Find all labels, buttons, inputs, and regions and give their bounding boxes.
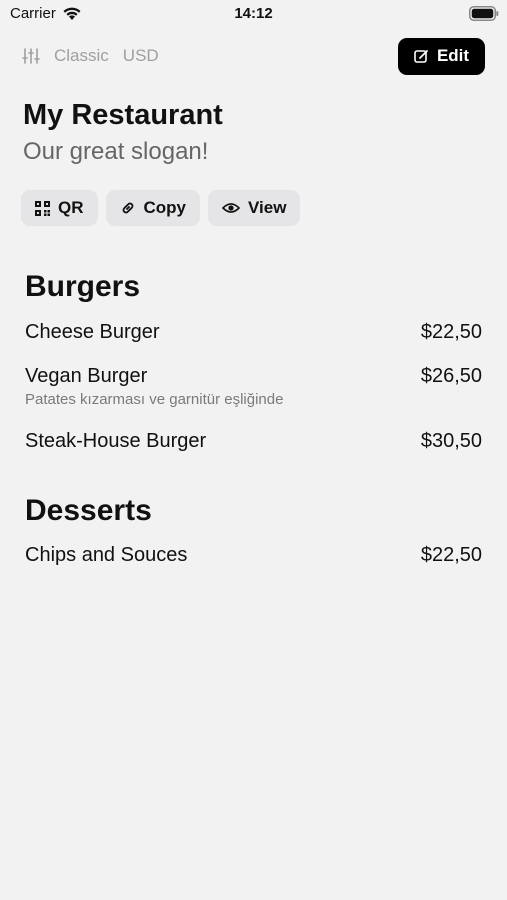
- menu-item[interactable]: Chips and Souces $22,50: [25, 544, 482, 567]
- link-icon: [122, 202, 133, 214]
- sliders-icon[interactable]: [22, 47, 40, 65]
- menu-item[interactable]: Steak-House Burger $30,50: [25, 430, 482, 453]
- item-name: Steak-House Burger: [25, 430, 207, 452]
- status-time: 14:12: [234, 5, 273, 22]
- qr-code-icon: [35, 200, 50, 216]
- action-buttons: QR Copy View: [21, 190, 301, 226]
- currency-option[interactable]: USD: [123, 46, 159, 66]
- qr-label: QR: [58, 198, 84, 217]
- menu-item[interactable]: Cheese Burger $22,50: [25, 321, 482, 344]
- category-title-burgers: Burgers: [25, 270, 141, 303]
- eye-icon: [222, 203, 240, 213]
- item-name: Vegan Burger: [25, 365, 148, 387]
- edit-label: Edit: [436, 46, 470, 65]
- item-price: $22,50: [420, 321, 482, 343]
- top-toolbar: Classic USD Edit: [22, 37, 485, 75]
- item-price: $30,50: [420, 430, 482, 452]
- menu-item[interactable]: Vegan Burger $26,50: [25, 365, 482, 388]
- item-name: Chips and Souces: [25, 544, 188, 566]
- restaurant-name: My Restaurant: [23, 99, 223, 131]
- view-button[interactable]: View: [208, 190, 301, 226]
- item-name: Cheese Burger: [25, 321, 160, 343]
- edit-icon: [414, 49, 428, 63]
- copy-link-button[interactable]: Copy: [105, 190, 200, 226]
- item-price: $22,50: [420, 544, 482, 566]
- status-bar: Carrier 14:12: [0, 0, 507, 30]
- edit-button[interactable]: Edit: [398, 37, 485, 75]
- view-label: View: [248, 198, 287, 217]
- battery-icon: [469, 6, 499, 21]
- app-screen: Carrier 14:12 Classic USD Edit My Restau…: [0, 0, 507, 900]
- qr-button[interactable]: QR: [21, 190, 98, 226]
- item-price: $26,50: [420, 365, 482, 387]
- copy-label: Copy: [143, 198, 187, 217]
- toolbar-options: Classic USD: [22, 46, 398, 66]
- restaurant-slogan: Our great slogan!: [23, 138, 209, 165]
- category-title-desserts: Desserts: [25, 494, 152, 527]
- theme-option[interactable]: Classic: [54, 46, 109, 66]
- item-description: Patates kızarması ve garnitür eşliğinde: [25, 391, 284, 408]
